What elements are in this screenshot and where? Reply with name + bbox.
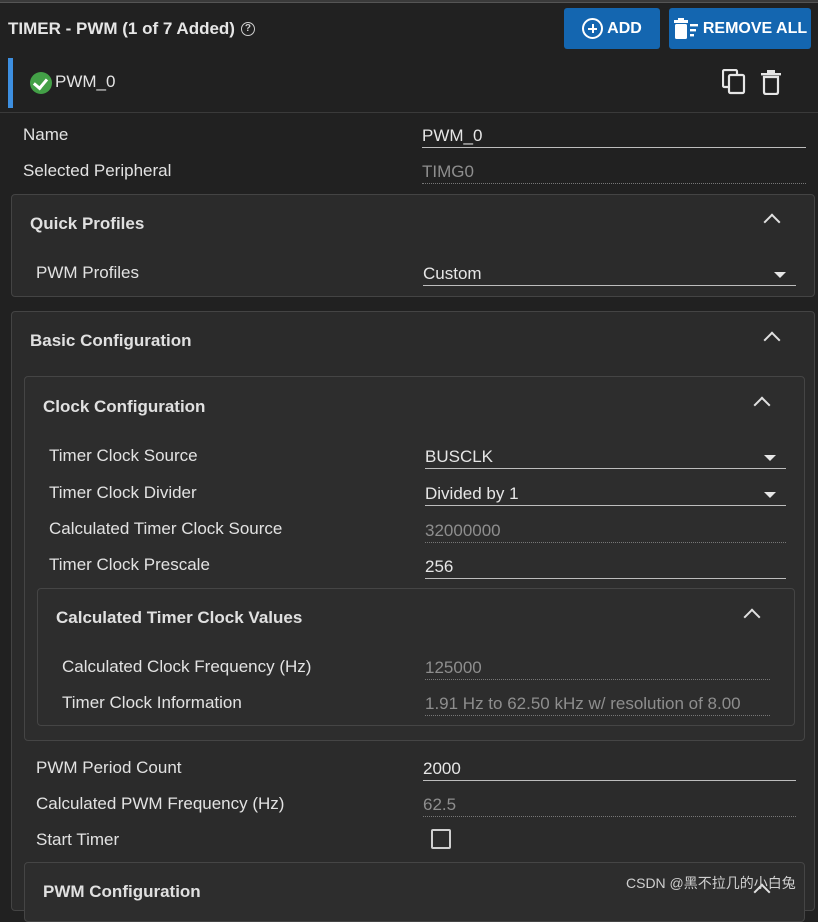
pwm-period-count-label: PWM Period Count — [36, 758, 182, 777]
timer-clock-divider-label: Timer Clock Divider — [49, 483, 197, 502]
delete-sweep-icon — [673, 17, 698, 39]
timer-clock-prescale-input[interactable]: 256 — [425, 553, 786, 579]
help-icon[interactable]: ? — [240, 22, 255, 36]
pwm-configuration-title: PWM Configuration — [43, 882, 201, 901]
add-button-label: ADD — [607, 19, 642, 37]
module-title-row: TIMER - PWM (1 of 7 Added) ? — [8, 19, 255, 39]
quick-profiles-title: Quick Profiles — [30, 214, 145, 233]
add-circle-icon — [582, 18, 604, 39]
copy-icon[interactable] — [722, 69, 746, 95]
timer-clock-prescale-label: Timer Clock Prescale — [49, 555, 210, 574]
start-timer-label: Start Timer — [36, 830, 120, 849]
remove-all-button[interactable]: REMOVE ALL — [669, 8, 811, 49]
instance-row[interactable]: PWM_0 — [0, 56, 818, 113]
calculated-clock-frequency-label: Calculated Clock Frequency (Hz) — [62, 657, 312, 676]
instance-name: PWM_0 — [55, 72, 116, 91]
add-button[interactable]: ADD — [564, 8, 660, 49]
calculated-timer-clock-source-value: 32000000 — [425, 517, 786, 543]
timer-clock-information-value: 1.91 Hz to 62.50 kHz w/ resolution of 8.… — [425, 690, 770, 716]
timer-clock-source-value: BUSCLK — [425, 447, 494, 466]
pwm-profiles-value: Custom — [423, 264, 482, 283]
name-label: Name — [23, 125, 69, 144]
pwm-period-count-input[interactable]: 2000 — [423, 755, 796, 781]
calculated-pwm-frequency-label: Calculated PWM Frequency (Hz) — [36, 794, 285, 813]
selected-indicator — [8, 58, 13, 108]
selected-peripheral-label: Selected Peripheral — [23, 161, 172, 180]
calculated-pwm-frequency-value: 62.5 — [423, 791, 796, 817]
module-title: TIMER - PWM (1 of 7 Added) — [8, 19, 235, 38]
start-timer-checkbox[interactable] — [431, 829, 451, 849]
timer-clock-information-label: Timer Clock Information — [62, 693, 242, 712]
selected-peripheral-value: TIMG0 — [422, 158, 806, 184]
calculated-timer-clock-source-label: Calculated Timer Clock Source — [49, 519, 283, 538]
module-header: TIMER - PWM (1 of 7 Added) ? ADD REMOVE … — [0, 3, 818, 55]
pwm-profiles-label: PWM Profiles — [36, 263, 139, 282]
dropdown-arrow-icon — [764, 492, 776, 498]
dropdown-arrow-icon — [764, 455, 776, 461]
remove-all-button-label: REMOVE ALL — [702, 19, 808, 37]
basic-configuration-title: Basic Configuration — [30, 331, 192, 350]
watermark: CSDN @黑不拉几的小白兔 — [626, 875, 796, 891]
pwm-profiles-select[interactable]: Custom — [423, 260, 796, 286]
check-circle-icon — [30, 72, 52, 94]
dropdown-arrow-icon — [774, 272, 786, 278]
clock-configuration-title: Clock Configuration — [43, 397, 206, 416]
timer-clock-divider-select[interactable]: Divided by 1 — [425, 480, 786, 506]
timer-clock-divider-value: Divided by 1 — [425, 484, 519, 503]
trash-icon[interactable] — [760, 69, 782, 95]
timer-clock-source-select[interactable]: BUSCLK — [425, 443, 786, 469]
calculated-clock-frequency-value: 125000 — [425, 654, 770, 680]
timer-clock-source-label: Timer Clock Source — [49, 446, 198, 465]
calculated-timer-clock-values-title: Calculated Timer Clock Values — [56, 608, 303, 627]
name-input[interactable]: PWM_0 — [422, 122, 806, 148]
